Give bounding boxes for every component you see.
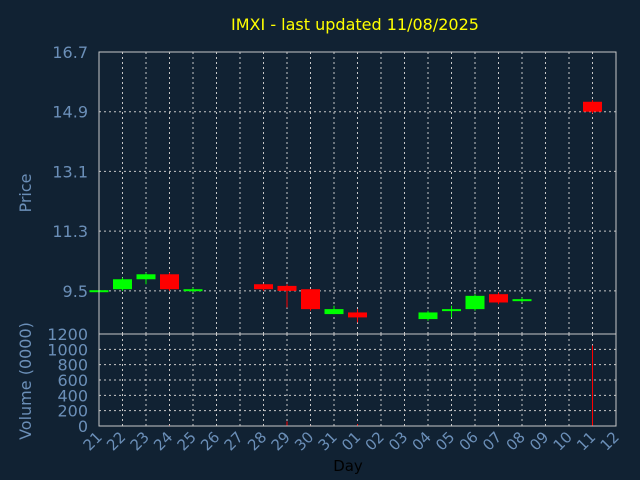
candle-body (348, 312, 367, 318)
candle-body (418, 312, 438, 320)
candle-body (136, 274, 156, 280)
stock-chart: IMXI - last updated 11/08/2025 9.5 11.3 13… (0, 0, 640, 480)
x-tick-labels: 2122232425262728293031010203040506070809… (80, 428, 623, 454)
volume-axis-label: Volume (0000) (16, 322, 35, 440)
candle-body (583, 101, 602, 112)
price-axis-label: Price (16, 173, 35, 212)
candle-body (160, 274, 179, 290)
candle-body (489, 294, 508, 303)
candle-body (512, 299, 532, 302)
candle-body (113, 279, 132, 290)
candle-body (465, 295, 485, 310)
price-tick-label: 13.1 (52, 162, 88, 181)
price-tick-label: 11.3 (52, 222, 88, 241)
candle-body (324, 309, 344, 315)
x-axis-label: Day (333, 457, 363, 475)
volume-tick-label: 1200 (47, 325, 88, 344)
price-tick-label: 16.7 (52, 43, 88, 62)
chart-background (0, 0, 640, 480)
candle-body (277, 285, 297, 291)
candle-body (183, 289, 203, 292)
candle-body (254, 284, 273, 290)
chart-title: IMXI - last updated 11/08/2025 (231, 15, 479, 34)
candle-body (301, 289, 320, 310)
price-tick-label: 14.9 (52, 103, 88, 122)
price-tick-label: 9.5 (63, 282, 88, 301)
candle-body (442, 309, 461, 312)
